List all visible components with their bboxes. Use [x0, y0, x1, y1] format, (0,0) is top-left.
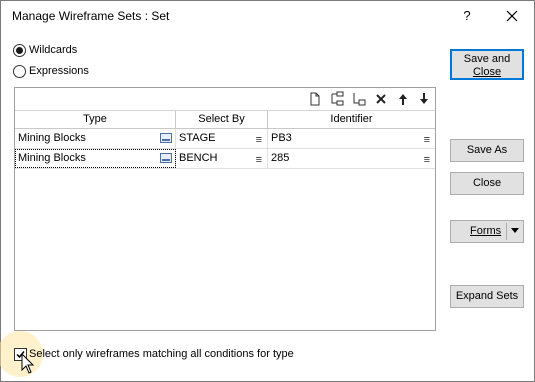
expand-sets-button[interactable]: Expand Sets — [450, 285, 524, 308]
select-by-cell[interactable]: STAGE ≡ — [176, 129, 268, 148]
column-header-type[interactable]: Type — [15, 111, 176, 129]
dialog-window: Manage Wireframe Sets : Set ? Wildcards … — [0, 0, 535, 382]
expressions-option[interactable]: Expressions — [13, 63, 89, 79]
identifier-value: 285 — [271, 152, 290, 164]
help-button[interactable]: ? — [455, 5, 479, 27]
picker-icon[interactable] — [160, 133, 172, 143]
grid-toolbar — [15, 88, 435, 110]
forms-button[interactable]: Forms — [450, 220, 524, 243]
new-row-icon[interactable] — [307, 91, 323, 107]
match-all-option[interactable]: Select only wireframes matching all cond… — [14, 346, 294, 362]
list-icon[interactable]: ≡ — [424, 131, 430, 149]
column-header-identifier[interactable]: Identifier — [268, 111, 435, 129]
conditions-grid: Type Select By Identifier Mining Blocks … — [14, 87, 436, 331]
grid-header: Type Select By Identifier — [15, 110, 435, 129]
delete-icon[interactable] — [373, 91, 389, 107]
type-cell[interactable]: Mining Blocks — [15, 129, 176, 148]
identifier-cell[interactable]: 285 ≡ — [268, 149, 435, 168]
type-value: Mining Blocks — [18, 132, 86, 144]
select-by-value: BENCH — [179, 152, 218, 164]
insert-row-icon[interactable] — [329, 91, 345, 107]
identifier-value: PB3 — [271, 132, 292, 144]
list-icon[interactable]: ≡ — [256, 151, 262, 169]
forms-label: Forms — [470, 225, 502, 237]
select-by-cell[interactable]: BENCH ≡ — [176, 149, 268, 168]
save-and-close-button[interactable]: Save and Close — [450, 49, 524, 80]
match-all-label: Select only wireframes matching all cond… — [29, 348, 294, 360]
wildcards-radio[interactable] — [13, 43, 26, 57]
wildcards-option[interactable]: Wildcards — [13, 42, 77, 58]
chevron-down-icon[interactable] — [511, 228, 519, 234]
close-window-button[interactable] — [499, 5, 525, 27]
table-row[interactable]: Mining Blocks STAGE ≡ PB3 ≡ — [15, 129, 435, 149]
close-button[interactable]: Close — [450, 172, 524, 195]
move-up-icon[interactable] — [395, 91, 411, 107]
save-as-button[interactable]: Save As — [450, 139, 524, 162]
table-row[interactable]: Mining Blocks BENCH ≡ 285 ≡ — [15, 149, 435, 169]
list-icon[interactable]: ≡ — [424, 151, 430, 169]
wildcards-label: Wildcards — [29, 44, 78, 56]
close-icon — [506, 10, 518, 22]
insert-after-icon[interactable] — [351, 91, 367, 107]
move-down-icon[interactable] — [416, 91, 432, 107]
save-and-close-label-line2: Close — [472, 66, 502, 78]
identifier-cell[interactable]: PB3 ≡ — [268, 129, 435, 148]
dialog-title: Manage Wireframe Sets : Set — [12, 9, 170, 23]
mouse-cursor-icon — [21, 353, 35, 374]
save-and-close-label-line1: Save and — [463, 53, 511, 65]
title-bar: Manage Wireframe Sets : Set ? — [1, 1, 534, 32]
column-header-select-by[interactable]: Select By — [176, 111, 268, 129]
expressions-label: Expressions — [29, 65, 89, 77]
type-value: Mining Blocks — [18, 152, 86, 164]
list-icon[interactable]: ≡ — [256, 131, 262, 149]
expressions-radio[interactable] — [13, 64, 26, 78]
picker-icon[interactable] — [160, 153, 172, 163]
select-by-value: STAGE — [179, 132, 216, 144]
type-cell[interactable]: Mining Blocks — [15, 149, 176, 168]
